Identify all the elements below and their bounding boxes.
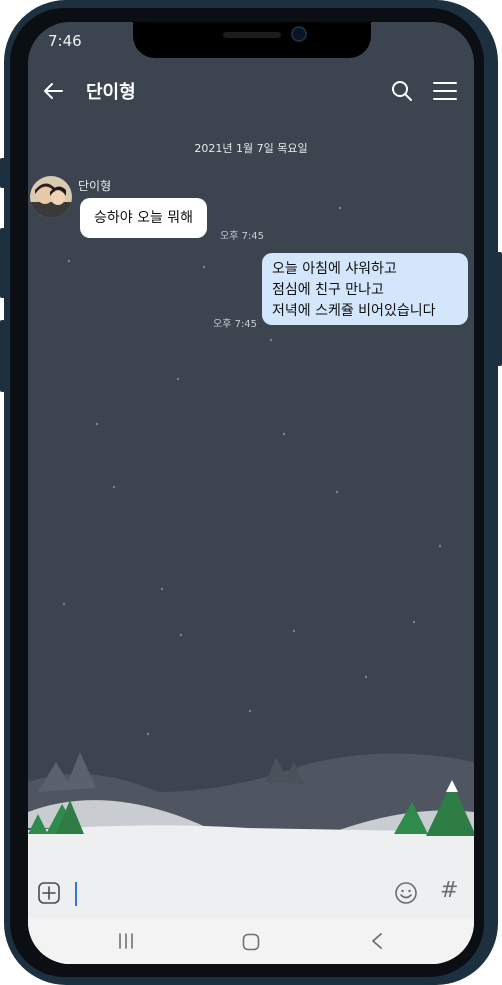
chat-title: 단이형 bbox=[86, 82, 136, 103]
menu-icon[interactable] bbox=[432, 79, 458, 103]
chat-header: 단이형 bbox=[28, 74, 474, 110]
plus-icon[interactable] bbox=[38, 882, 60, 904]
outgoing-message-line: 점심에 친구 만나고 bbox=[272, 282, 384, 298]
back-nav-icon[interactable] bbox=[370, 932, 384, 950]
outgoing-message-bubble[interactable]: 오늘 아침에 샤워하고 점심에 친구 만나고 저녁에 스케쥴 비어있습니다 bbox=[262, 253, 468, 325]
text-cursor bbox=[75, 882, 77, 906]
recent-apps-icon[interactable] bbox=[116, 933, 136, 949]
message-input-bar[interactable]: # bbox=[28, 870, 474, 918]
winter-background bbox=[28, 22, 474, 964]
hashtag-icon[interactable]: # bbox=[440, 878, 458, 903]
screen: 7:46 단이형 2021년 1월 7일 목요일 단이형 승하야 오늘 뭐해 오… bbox=[28, 22, 474, 964]
outgoing-message-line: 오늘 아침에 샤워하고 bbox=[272, 261, 397, 277]
speaker bbox=[223, 32, 281, 38]
front-camera bbox=[291, 26, 307, 42]
sender-name: 단이형 bbox=[78, 179, 112, 193]
camera-notch bbox=[133, 22, 371, 58]
search-icon[interactable] bbox=[390, 79, 414, 103]
volume-down-button bbox=[0, 320, 5, 392]
back-arrow-icon[interactable] bbox=[42, 79, 66, 103]
date-divider: 2021년 1월 7일 목요일 bbox=[194, 142, 308, 155]
system-nav-bar bbox=[28, 918, 474, 964]
outgoing-message-line: 저녁에 스케쥴 비어있습니다 bbox=[272, 303, 436, 319]
power-button bbox=[497, 252, 502, 366]
incoming-message-time: 오후 7:45 bbox=[220, 231, 265, 242]
side-button bbox=[0, 158, 5, 188]
outgoing-message-time: 오후 7:45 bbox=[213, 319, 258, 330]
sender-avatar[interactable] bbox=[30, 176, 72, 218]
status-time: 7:46 bbox=[48, 32, 82, 50]
volume-up-button bbox=[0, 228, 5, 298]
incoming-message-bubble[interactable]: 승하야 오늘 뭐해 bbox=[80, 198, 208, 238]
home-icon[interactable] bbox=[242, 933, 260, 951]
emoji-icon[interactable] bbox=[394, 881, 418, 905]
